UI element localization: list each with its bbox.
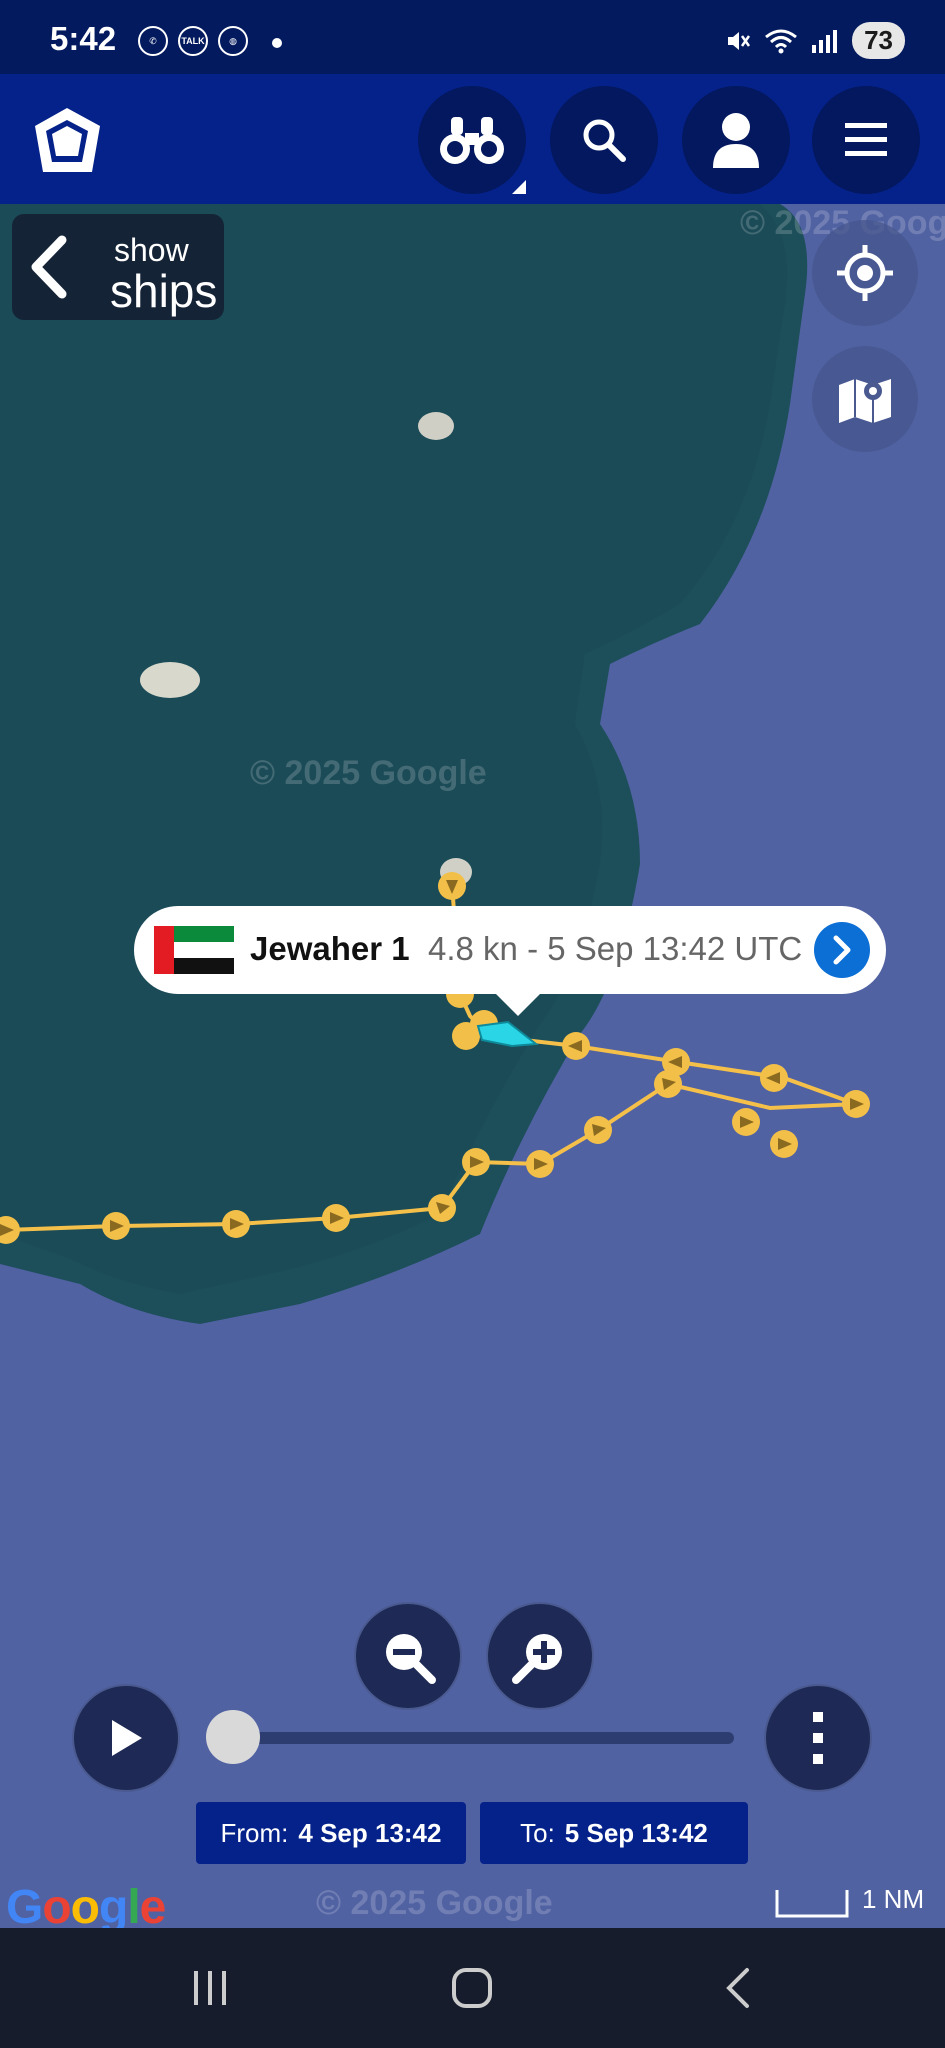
from-value: 4 Sep 13:42 (298, 1817, 442, 1848)
vessel-track (0, 872, 870, 1244)
map-layers-button[interactable] (812, 346, 918, 452)
battery-indicator: 73 (852, 22, 905, 59)
ship-details-button[interactable] (814, 922, 870, 978)
zoom-out-button[interactable] (354, 1602, 462, 1710)
signal-icon (812, 29, 838, 53)
timeline-slider[interactable] (210, 1732, 734, 1744)
globe-icon: ◍ (218, 26, 248, 56)
timeline-slider-thumb[interactable] (206, 1710, 260, 1764)
profile-button[interactable] (682, 86, 790, 194)
to-label: To: (520, 1817, 555, 1848)
status-right: 73 (724, 22, 905, 59)
notification-icons: ✆ TALK ◍ (138, 26, 248, 56)
map-view[interactable]: © 2025 Google © 2025 Google © 2025 Googl… (0, 204, 945, 1928)
from-label: From: (220, 1817, 289, 1848)
binoculars-icon (440, 117, 504, 164)
status-time: 5:42 (50, 20, 117, 57)
home-icon (452, 1968, 492, 2008)
to-date-button[interactable]: To: 5 Sep 13:42 (480, 1802, 748, 1864)
app-header (0, 74, 945, 204)
dropdown-corner-icon (512, 180, 526, 194)
to-value: 5 Sep 13:42 (564, 1817, 708, 1848)
system-nav-bar (0, 1928, 945, 2048)
binoculars-button[interactable] (418, 86, 526, 194)
crosshair-icon (837, 245, 893, 301)
talk-icon: TALK (178, 26, 208, 56)
back-button[interactable] (698, 1958, 778, 2018)
scale-bar (775, 1890, 849, 1918)
play-button[interactable] (72, 1684, 180, 1792)
show-ships-label-line2: ships (110, 265, 218, 317)
map-pin-icon (839, 379, 891, 423)
chevron-right-icon (833, 935, 851, 965)
play-icon (112, 1720, 142, 1756)
ship-speed-time: 4.8 kn - 5 Sep 13:42 UTC (428, 930, 803, 967)
more-vertical-icon (813, 1712, 823, 1764)
google-attribution: Google (6, 1881, 166, 1928)
ship-info-popup[interactable]: Jewaher 1 4.8 kn - 5 Sep 13:42 UTC (134, 906, 886, 1016)
menu-icon (845, 123, 887, 156)
zoom-in-icon (512, 1634, 562, 1684)
recent-apps-icon (194, 1971, 226, 2005)
search-button[interactable] (550, 86, 658, 194)
notification-dot (272, 38, 282, 48)
wifi-icon (765, 29, 798, 53)
scale-label: 1 NM (862, 1884, 925, 1914)
ship-name: Jewaher 1 (250, 930, 410, 967)
app-logo[interactable] (30, 104, 105, 179)
search-icon (583, 119, 626, 162)
more-options-button[interactable] (764, 1684, 872, 1792)
recent-apps-button[interactable] (170, 1958, 250, 2018)
locate-me-button[interactable] (812, 220, 918, 326)
zoom-in-button[interactable] (486, 1602, 594, 1710)
back-icon (726, 1968, 749, 2008)
from-date-button[interactable]: From: 4 Sep 13:42 (196, 1802, 466, 1864)
vessel-marker[interactable] (474, 1016, 540, 1066)
home-button[interactable] (432, 1958, 512, 2018)
show-ships-button[interactable]: show ships (12, 214, 224, 320)
whatsapp-icon: ✆ (138, 26, 168, 56)
profile-icon (713, 113, 759, 168)
mute-icon (728, 31, 751, 50)
chevron-left-icon (31, 235, 67, 299)
uae-flag-icon (154, 926, 234, 974)
zoom-out-icon (386, 1634, 436, 1684)
status-bar: 5:42 ✆ TALK ◍ 73 (0, 0, 945, 74)
menu-button[interactable] (812, 86, 920, 194)
